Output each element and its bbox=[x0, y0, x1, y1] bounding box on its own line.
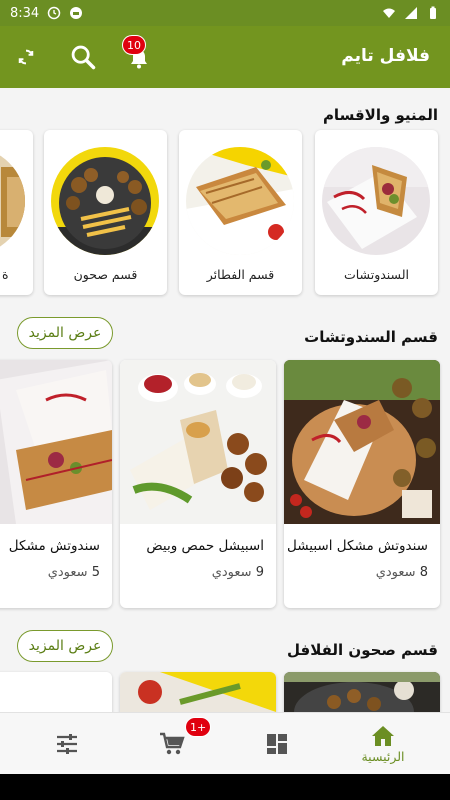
partial-image bbox=[0, 147, 25, 255]
price-currency: سعودي bbox=[47, 565, 88, 580]
product-card[interactable] bbox=[0, 672, 112, 712]
wifi-icon bbox=[383, 8, 395, 18]
nav-filters[interactable] bbox=[32, 713, 102, 775]
product-card[interactable]: سندوتش مشكل اسبيشل 8 سعودي bbox=[284, 360, 440, 608]
app-status-icon bbox=[70, 7, 83, 19]
app-title: فلافل تايم bbox=[341, 46, 430, 66]
nav-home[interactable]: الرئيسية bbox=[348, 713, 418, 775]
price-value: 8 bbox=[419, 565, 428, 580]
product-card[interactable] bbox=[120, 672, 276, 712]
cart-icon bbox=[160, 732, 185, 755]
filter-icon bbox=[57, 734, 77, 754]
product-image bbox=[120, 672, 276, 712]
plate-image bbox=[51, 147, 159, 255]
product-image bbox=[120, 360, 276, 524]
sandwiches-section-title: قسم السندوتشات bbox=[304, 328, 438, 346]
battery-icon bbox=[430, 6, 436, 19]
main-content: المنيو والاقسام السندوتشات قسم الفطائر ق… bbox=[0, 88, 450, 712]
product-card[interactable]: اسبيشل حمص وبيض 9 سعودي bbox=[120, 360, 276, 608]
signal-icon bbox=[405, 7, 417, 19]
system-nav-bar bbox=[0, 774, 450, 800]
product-image bbox=[284, 672, 440, 712]
plates-section-title: قسم صحون الفلافل bbox=[287, 641, 438, 659]
category-label-sandwiches: السندوتشات bbox=[343, 267, 409, 282]
home-icon bbox=[372, 725, 394, 746]
sandwich-image bbox=[322, 147, 430, 255]
grid-icon bbox=[267, 734, 287, 754]
refresh-button[interactable] bbox=[9, 40, 43, 74]
category-card-plates[interactable]: قسم صحون bbox=[44, 130, 167, 295]
product-image bbox=[284, 360, 440, 524]
cart-count-badge: 1+ bbox=[185, 717, 212, 737]
category-card-pies[interactable]: قسم الفطائر bbox=[179, 130, 302, 295]
nav-home-label: الرئيسية bbox=[361, 748, 405, 764]
category-card-partial[interactable]: ة bbox=[0, 130, 33, 295]
product-price: 5 سعودي bbox=[48, 565, 100, 580]
product-name: سندوتش مشكل bbox=[8, 538, 100, 554]
price-value: 9 bbox=[255, 565, 264, 580]
price-currency: سعودي bbox=[375, 565, 416, 580]
price-currency: سعودي bbox=[211, 565, 252, 580]
category-label-partial: ة bbox=[2, 267, 9, 282]
nav-categories[interactable] bbox=[242, 713, 312, 775]
category-label-pies: قسم الفطائر bbox=[206, 267, 275, 282]
sync-status-icon bbox=[47, 6, 61, 20]
product-price: 9 سعودي bbox=[212, 565, 264, 580]
category-label-plates: قسم صحون bbox=[73, 267, 138, 282]
product-price: 8 سعودي bbox=[376, 565, 428, 580]
product-card[interactable] bbox=[284, 672, 440, 712]
product-image bbox=[0, 672, 112, 712]
status-time: 8:34 bbox=[10, 5, 40, 21]
sandwiches-more-button[interactable]: عرض المزيد bbox=[17, 317, 113, 349]
pie-image bbox=[186, 147, 294, 255]
category-card-sandwiches[interactable]: السندوتشات bbox=[315, 130, 438, 295]
status-bar: 8:34 bbox=[0, 0, 450, 26]
plates-more-button[interactable]: عرض المزيد bbox=[17, 630, 113, 662]
notification-count-badge: 10 bbox=[122, 35, 146, 55]
search-button[interactable] bbox=[66, 40, 100, 74]
app-bar: فلافل تايم 10 bbox=[0, 26, 450, 88]
search-icon bbox=[71, 45, 96, 70]
nav-cart[interactable]: 1+ bbox=[137, 713, 212, 775]
refresh-icon bbox=[18, 49, 34, 65]
notifications-button[interactable]: 10 bbox=[122, 35, 156, 76]
bottom-nav: الرئيسية 1+ bbox=[0, 712, 450, 774]
product-name: سندوتش مشكل اسبيشل bbox=[287, 538, 428, 554]
categories-section-title: المنيو والاقسام bbox=[322, 106, 438, 124]
price-value: 5 bbox=[91, 565, 100, 580]
product-card[interactable]: سندوتش مشكل 5 سعودي bbox=[0, 360, 112, 608]
product-image bbox=[0, 360, 112, 524]
product-name: اسبيشل حمص وبيض bbox=[146, 538, 264, 554]
